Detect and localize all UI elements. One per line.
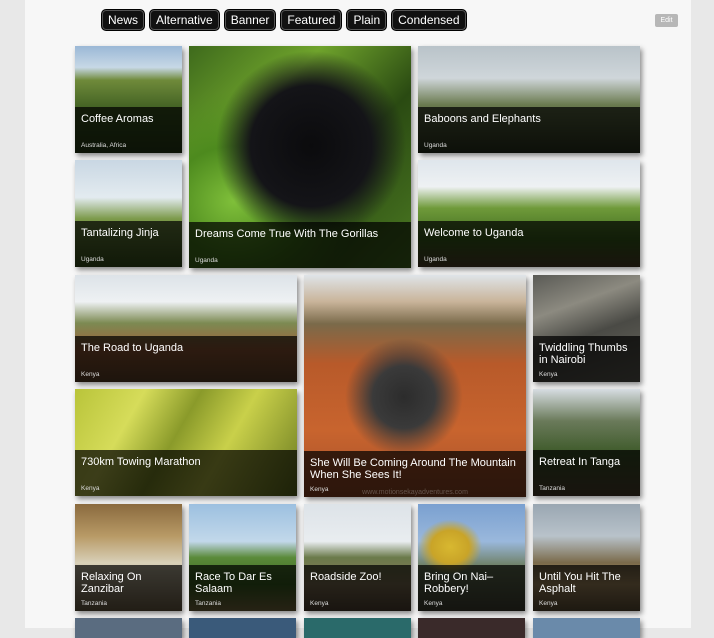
- post-caption: Relaxing On Zanzibar Tanzania: [75, 565, 182, 611]
- post-photo: [75, 618, 182, 638]
- post-tile[interactable]: Until You Hit The Asphalt Kenya: [533, 504, 640, 611]
- post-title: Retreat In Tanga: [539, 456, 621, 468]
- post-title: She Will Be Coming Around The Mountain W…: [310, 457, 516, 481]
- post-title: Race To Dar Es Salaam: [195, 571, 272, 595]
- post-category: Kenya: [539, 600, 558, 607]
- post-tile-partial[interactable]: [304, 618, 411, 638]
- post-title: Roadside Zoo!: [310, 571, 382, 583]
- post-category: Tanzania: [539, 485, 566, 492]
- tab-featured[interactable]: Featured: [280, 9, 343, 31]
- post-caption: Until You Hit The Asphalt Kenya: [533, 565, 640, 611]
- post-tile[interactable]: Roadside Zoo! Kenya: [304, 504, 411, 611]
- post-photo: [533, 618, 640, 638]
- post-title: Tantalizing Jinja: [81, 227, 159, 239]
- post-tile-partial[interactable]: [189, 618, 296, 638]
- post-caption: Retreat In Tanga Tanzania: [533, 450, 640, 496]
- post-title: 730km Towing Marathon: [81, 456, 201, 468]
- post-caption: Twiddling Thumbs in Nairobi Kenya: [533, 336, 640, 382]
- post-tile[interactable]: She Will Be Coming Around The Mountain W…: [304, 275, 526, 497]
- post-tile-partial[interactable]: [418, 618, 525, 638]
- post-category: Uganda: [195, 257, 218, 264]
- post-caption: Bring On Nai–Robbery! Kenya: [418, 565, 525, 611]
- post-tile[interactable]: Relaxing On Zanzibar Tanzania: [75, 504, 182, 611]
- post-tile[interactable]: Race To Dar Es Salaam Tanzania: [189, 504, 296, 611]
- post-tile[interactable]: Retreat In Tanga Tanzania: [533, 389, 640, 496]
- post-title: Bring On Nai–Robbery!: [424, 571, 494, 595]
- post-caption: Race To Dar Es Salaam Tanzania: [189, 565, 296, 611]
- post-caption: Coffee Aromas Australia, Africa: [75, 107, 182, 153]
- post-photo: [189, 618, 296, 638]
- photo-watermark: www.motionsekayadventures.com: [362, 489, 468, 496]
- post-tile[interactable]: Dreams Come True With The Gorillas Ugand…: [189, 46, 411, 268]
- tab-plain[interactable]: Plain: [346, 9, 388, 31]
- post-tile[interactable]: Welcome to Uganda Uganda: [418, 160, 640, 267]
- post-category: Australia, Africa: [81, 142, 127, 149]
- post-category: Tanzania: [81, 600, 108, 607]
- tab-alternative[interactable]: Alternative: [149, 9, 220, 31]
- tab-news[interactable]: News: [101, 9, 146, 31]
- post-category: Uganda: [424, 256, 447, 263]
- tab-banner[interactable]: Banner: [223, 9, 277, 31]
- post-category: Kenya: [81, 371, 100, 378]
- post-tile[interactable]: Coffee Aromas Australia, Africa: [75, 46, 182, 153]
- post-tile[interactable]: 730km Towing Marathon Kenya: [75, 389, 297, 496]
- post-title: The Road to Uganda: [81, 342, 184, 354]
- post-title: Twiddling Thumbs in Nairobi: [539, 342, 628, 366]
- post-category: Kenya: [424, 600, 443, 607]
- post-category: Kenya: [310, 600, 329, 607]
- post-tile[interactable]: The Road to Uganda Kenya: [75, 275, 297, 382]
- post-category: Uganda: [81, 256, 104, 263]
- post-tile[interactable]: Bring On Nai–Robbery! Kenya: [418, 504, 525, 611]
- post-category: Kenya: [539, 371, 558, 378]
- post-title: Coffee Aromas: [81, 113, 154, 125]
- post-title: Welcome to Uganda: [424, 227, 524, 239]
- post-photo: [304, 618, 411, 638]
- post-category: Kenya: [81, 485, 100, 492]
- post-title: Baboons and Elephants: [424, 113, 541, 125]
- post-caption: Roadside Zoo! Kenya: [304, 565, 411, 611]
- post-category: Uganda: [424, 142, 447, 149]
- post-title: Dreams Come True With The Gorillas: [195, 228, 379, 240]
- post-caption: She Will Be Coming Around The Mountain W…: [304, 451, 526, 497]
- post-tile-partial[interactable]: [533, 618, 640, 638]
- post-title: Relaxing On Zanzibar: [81, 571, 142, 595]
- edit-button[interactable]: Edit: [655, 14, 678, 27]
- post-photo: [418, 618, 525, 638]
- post-category: Tanzania: [195, 600, 222, 607]
- post-caption: The Road to Uganda Kenya: [75, 336, 297, 382]
- post-caption: Welcome to Uganda Uganda: [418, 221, 640, 267]
- post-tile[interactable]: Baboons and Elephants Uganda: [418, 46, 640, 153]
- post-caption: Dreams Come True With The Gorillas Ugand…: [189, 222, 411, 268]
- tab-condensed[interactable]: Condensed: [391, 9, 467, 31]
- post-caption: Tantalizing Jinja Uganda: [75, 221, 182, 267]
- post-caption: 730km Towing Marathon Kenya: [75, 450, 297, 496]
- post-tile-partial[interactable]: [75, 618, 182, 638]
- layout-tabs: News Alternative Banner Featured Plain C…: [101, 9, 467, 31]
- post-tile[interactable]: Twiddling Thumbs in Nairobi Kenya: [533, 275, 640, 382]
- post-tile[interactable]: Tantalizing Jinja Uganda: [75, 160, 182, 267]
- post-caption: Baboons and Elephants Uganda: [418, 107, 640, 153]
- post-title: Until You Hit The Asphalt: [539, 571, 621, 595]
